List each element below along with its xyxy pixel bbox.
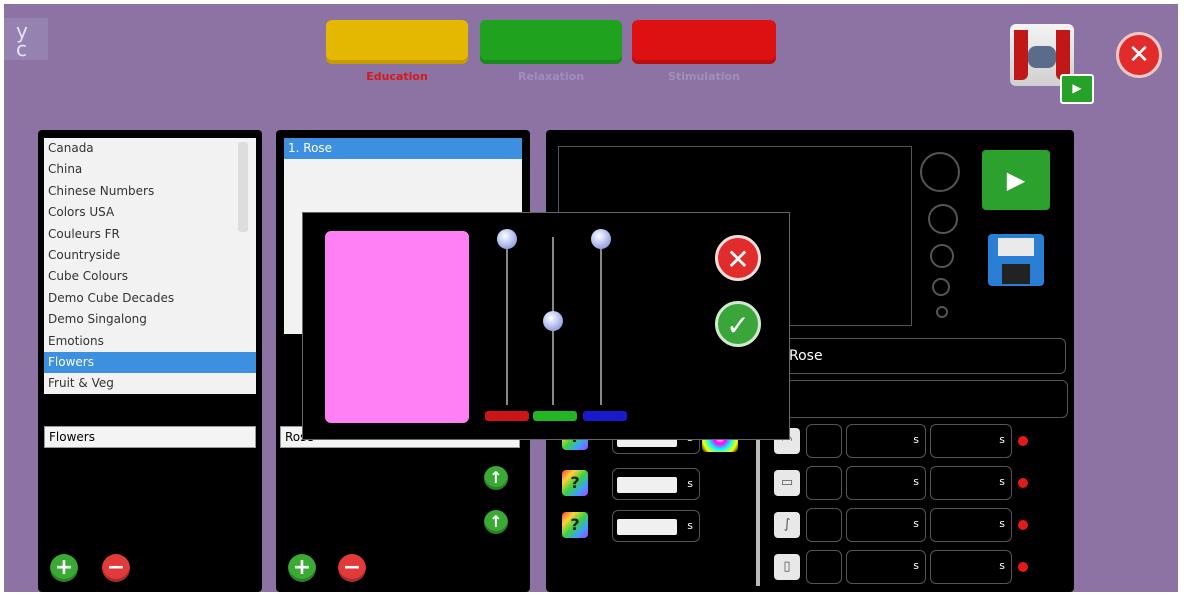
sensor-value-1[interactable]: s [846, 508, 926, 542]
category-list[interactable]: Canada China Chinese Numbers Colors USA Coul… [44, 138, 256, 394]
save-button[interactable] [988, 234, 1044, 286]
size-option-4[interactable] [932, 278, 950, 296]
color-row-3: ? s [558, 508, 704, 544]
app-window: yc Education Relaxation Stimulation ▶ ✕ … [4, 4, 1178, 592]
move-down-button[interactable]: ↑ [484, 510, 508, 534]
play-icon: ▶ [1006, 166, 1026, 194]
sensor-value-2[interactable]: s [930, 508, 1012, 542]
blue-channel-bar [583, 411, 627, 421]
theater-button[interactable]: ▶ [1010, 24, 1094, 104]
tab-stimulation-label: Stimulation [668, 70, 740, 83]
color-row-2: ? s [558, 466, 704, 502]
divider [756, 420, 760, 586]
list-item[interactable]: Canada [44, 138, 256, 159]
remove-item-button[interactable]: − [338, 554, 366, 582]
green-slider-thumb[interactable] [543, 311, 563, 331]
sensor-row: ◠ s s [770, 424, 1070, 460]
size-option-1[interactable] [920, 152, 960, 192]
color-picker-icon[interactable]: ? [562, 470, 588, 496]
floppy-icon [998, 238, 1034, 256]
size-option-3[interactable] [930, 244, 954, 268]
red-slider-track[interactable] [506, 237, 508, 405]
category-scrollbar[interactable] [238, 142, 248, 232]
tab-relaxation-label: Relaxation [517, 70, 585, 83]
status-indicator [1018, 478, 1028, 488]
item-title-field[interactable]: Rose [780, 338, 1066, 374]
duration-field[interactable]: s [612, 468, 700, 500]
sensor-value-2[interactable]: s [930, 466, 1012, 500]
list-item[interactable]: Flowers [44, 351, 256, 374]
tab-education[interactable] [326, 20, 468, 64]
color-preview-swatch [325, 231, 469, 423]
sensor-toggle[interactable] [806, 466, 842, 500]
close-icon: ✕ [1128, 40, 1150, 70]
category-panel: Canada China Chinese Numbers Colors USA Coul… [38, 130, 262, 592]
confirm-color-button[interactable]: ✓ [715, 301, 761, 347]
sensor-value-1[interactable]: s [846, 424, 926, 458]
list-item[interactable]: Demo Singalong [44, 309, 256, 330]
color-dialog: ✕ ✓ [302, 212, 790, 440]
phone-icon[interactable]: ▯ [774, 554, 800, 580]
play-badge-icon: ▶ [1060, 74, 1094, 104]
status-indicator [1018, 562, 1028, 572]
sensor-row: ∫ s s [770, 508, 1070, 544]
color-picker-icon[interactable]: ? [562, 512, 588, 538]
tab-stimulation[interactable] [632, 20, 776, 64]
sensor-toggle[interactable] [806, 424, 842, 458]
touch-icon[interactable]: ∫ [774, 512, 800, 538]
blue-slider-track[interactable] [600, 237, 602, 405]
list-item[interactable]: Colors USA [44, 202, 256, 223]
list-item[interactable]: Demo Cube Decades [44, 288, 256, 309]
list-item[interactable]: Chinese Numbers [44, 181, 256, 202]
red-slider-thumb[interactable] [497, 229, 517, 249]
tab-education-label: Education [366, 70, 428, 83]
duration-field[interactable]: s [612, 510, 700, 542]
sensor-value-1[interactable]: s [846, 466, 926, 500]
move-up-button[interactable]: ↑ [484, 466, 508, 490]
size-option-5[interactable] [936, 306, 948, 318]
sensor-toggle[interactable] [806, 508, 842, 542]
check-icon: ✓ [726, 309, 750, 342]
add-category-button[interactable]: + [50, 554, 78, 582]
sensor-row: ▯ s s [770, 550, 1070, 586]
status-indicator [1018, 520, 1028, 530]
size-option-2[interactable] [928, 204, 958, 234]
sensor-value-1[interactable]: s [846, 550, 926, 584]
close-app-button[interactable]: ✕ [1116, 32, 1162, 78]
status-indicator [1018, 436, 1028, 446]
texture-icon[interactable]: ▭ [774, 470, 800, 496]
list-item[interactable]: Cube Colours [44, 266, 256, 287]
close-icon: ✕ [726, 243, 750, 276]
app-logo: yc [4, 18, 48, 60]
category-name-input[interactable]: Flowers [44, 426, 256, 448]
sensor-value-2[interactable]: s [930, 550, 1012, 584]
list-item[interactable]: Couleurs FR [44, 224, 256, 245]
green-channel-bar [533, 411, 577, 421]
list-item[interactable]: Countryside [44, 245, 256, 266]
cancel-color-button[interactable]: ✕ [715, 235, 761, 281]
list-item[interactable]: China [44, 159, 256, 180]
tab-relaxation[interactable] [480, 20, 622, 64]
play-button[interactable]: ▶ [982, 150, 1050, 210]
add-item-button[interactable]: + [288, 554, 316, 582]
item-subtitle-field[interactable] [780, 380, 1068, 418]
sensor-toggle[interactable] [806, 550, 842, 584]
list-item[interactable]: Fruit & Veg [44, 373, 256, 394]
sensor-value-2[interactable]: s [930, 424, 1012, 458]
red-channel-bar [485, 411, 529, 421]
blue-slider-thumb[interactable] [591, 229, 611, 249]
sensor-row: ▭ s s [770, 466, 1070, 502]
remove-category-button[interactable]: − [102, 554, 130, 582]
list-item[interactable]: 1. Rose [284, 138, 522, 160]
list-item[interactable]: Emotions [44, 331, 256, 352]
